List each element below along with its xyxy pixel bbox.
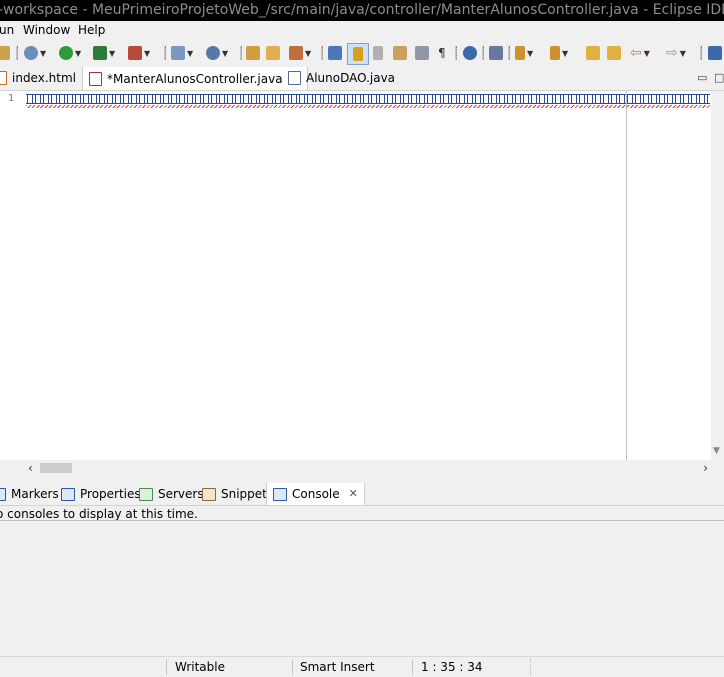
open-perspective-icon[interactable] <box>708 44 722 62</box>
coverage-icon[interactable]: ▼ <box>93 44 115 62</box>
status-separator <box>292 659 293 675</box>
menu-help[interactable]: Help <box>78 21 105 40</box>
divider <box>0 520 724 521</box>
html-file-icon <box>0 71 7 85</box>
line-number: 1 <box>8 93 15 104</box>
block-selection-icon[interactable] <box>393 44 407 62</box>
status-separator <box>412 659 413 675</box>
tab-aluno-dao[interactable]: AlunoDAO.java <box>288 67 395 89</box>
java-file-icon <box>288 71 301 85</box>
tab-properties[interactable]: Properties <box>61 483 141 505</box>
status-separator <box>166 659 167 675</box>
back-icon[interactable]: ⇦ ▼ <box>630 44 650 62</box>
code-line[interactable] <box>26 94 710 104</box>
menu-bar: un Window Help <box>0 21 724 40</box>
toolbar-separator <box>164 46 166 60</box>
tab-servers[interactable]: Servers <box>139 483 204 505</box>
pin-editor-icon[interactable] <box>489 44 503 62</box>
tab-label: Markers <box>11 487 59 501</box>
external-tools-icon[interactable]: ▼ <box>128 44 150 62</box>
horizontal-scrollbar[interactable]: ‹ › <box>24 460 724 476</box>
console-icon <box>273 487 287 501</box>
status-write-mode: Writable <box>175 660 225 674</box>
line-number-gutter: 1 <box>0 91 24 460</box>
new-server-icon[interactable]: ▼ <box>171 44 193 62</box>
toggle-mark-occurrences-icon[interactable] <box>328 44 342 62</box>
tab-markers[interactable]: Markers <box>0 483 59 505</box>
status-insert-mode: Smart Insert <box>300 660 375 674</box>
code-editor[interactable]: 1 <box>0 91 711 460</box>
scroll-right-icon[interactable]: › <box>703 461 708 475</box>
tab-label: Properties <box>80 487 141 501</box>
console-view: o consoles to display at this time. <box>0 505 724 656</box>
minimize-icon[interactable]: ▭ <box>697 67 707 89</box>
toolbar-separator <box>16 46 18 60</box>
forward-icon[interactable]: ⇨ ▼ <box>666 44 686 62</box>
tab-label: *ManterAlunosController.java <box>107 71 283 86</box>
show-whitespace-icon[interactable] <box>415 44 429 62</box>
status-separator <box>530 659 532 675</box>
toolbar-separator <box>508 46 510 60</box>
vertical-scrollbar[interactable]: ▼ <box>711 91 724 460</box>
next-edit-icon[interactable] <box>607 44 621 62</box>
print-margin <box>626 91 627 460</box>
status-cursor-position: 1 : 35 : 34 <box>421 660 483 674</box>
toolbar-separator <box>455 46 457 60</box>
maximize-icon[interactable]: □ <box>714 67 724 89</box>
properties-icon <box>61 487 75 501</box>
tab-index-html[interactable]: index.html <box>0 67 76 89</box>
tab-label: Servers <box>158 487 204 501</box>
toolbar-separator <box>482 46 484 60</box>
open-type-icon[interactable]: ▼ <box>206 44 228 62</box>
search-icon[interactable] <box>463 44 477 62</box>
editor-tab-bar: index.html *ManterAlunosController.java … <box>0 67 724 91</box>
debug-icon[interactable]: ▼ <box>24 44 46 62</box>
java-file-error-icon <box>89 71 102 86</box>
status-bar: Writable Smart Insert 1 : 35 : 34 <box>0 656 724 677</box>
error-underline <box>26 105 710 108</box>
snippets-icon <box>202 487 216 501</box>
tab-snippets[interactable]: Snippets <box>202 483 273 505</box>
wand-icon[interactable]: ▼ <box>289 44 311 62</box>
toggle-breadcrumb-icon[interactable] <box>347 43 369 65</box>
run-icon[interactable]: ▼ <box>59 44 81 62</box>
window-title: -workspace - MeuPrimeiroProjetoWeb_/src/… <box>0 2 724 18</box>
highlight-icon[interactable] <box>373 44 383 62</box>
scroll-left-icon[interactable]: ‹ <box>28 461 33 475</box>
tab-label: index.html <box>12 71 76 85</box>
markers-icon <box>0 487 6 501</box>
tab-label: Console <box>292 487 340 501</box>
open-task-icon[interactable] <box>246 44 260 62</box>
previous-annotation-icon[interactable]: ▼ <box>550 44 568 62</box>
scrollbar-thumb[interactable] <box>40 463 72 473</box>
main-toolbar: ▼ ▼ ▼ ▼ ▼ ▼ ▼ ¶ ▼ ▼ ⇦ ▼ ⇨ ▼ <box>0 40 724 66</box>
window-title-bar: -workspace - MeuPrimeiroProjetoWeb_/src/… <box>0 0 724 21</box>
toolbar-separator <box>700 46 702 60</box>
menu-run[interactable]: un <box>0 21 14 40</box>
tab-console[interactable]: Console ✕ <box>266 483 365 505</box>
close-icon[interactable]: ✕ <box>349 483 358 505</box>
tab-manter-alunos-controller[interactable]: *ManterAlunosController.java ✕ <box>82 67 308 90</box>
menu-window[interactable]: Window <box>23 21 70 40</box>
servers-icon <box>139 487 153 501</box>
toolbar-tool-icon[interactable] <box>0 44 10 62</box>
folder-icon[interactable] <box>266 44 280 62</box>
next-annotation-icon[interactable]: ▼ <box>515 44 533 62</box>
tab-label: AlunoDAO.java <box>306 71 396 85</box>
toolbar-separator <box>240 46 242 60</box>
scroll-down-icon[interactable]: ▼ <box>713 446 720 456</box>
last-edit-icon[interactable] <box>586 44 600 62</box>
pilcrow-icon[interactable]: ¶ <box>438 44 446 62</box>
console-message: o consoles to display at this time. <box>0 507 198 521</box>
toolbar-separator <box>321 46 323 60</box>
view-tab-bar: Markers Properties Servers Snippets Cons… <box>0 483 724 505</box>
